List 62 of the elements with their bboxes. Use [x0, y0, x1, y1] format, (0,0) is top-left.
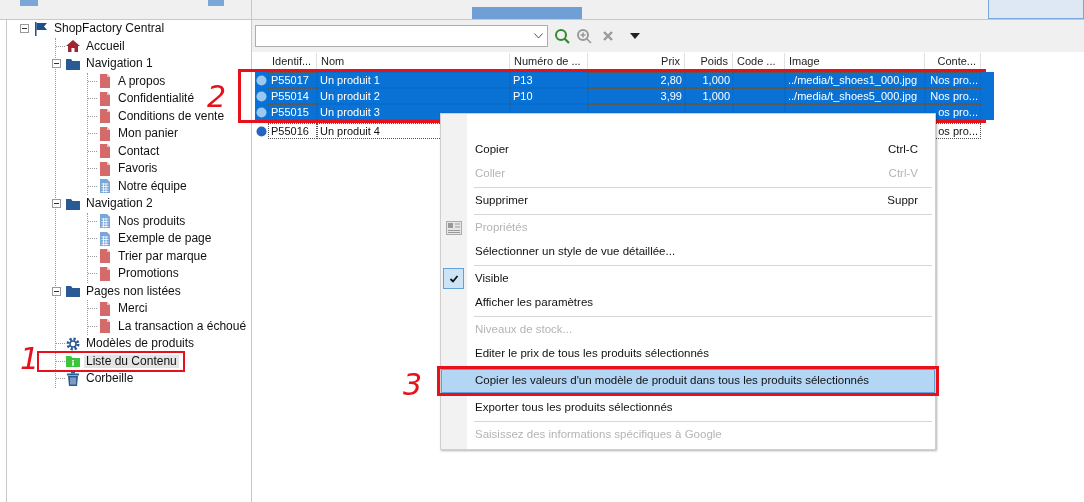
- column-header[interactable]: Code ...: [733, 52, 785, 69]
- table-row[interactable]: P55017 Un produit 1 P13 2,80 1,000 ../media/t_shoes1_000.jpg Nos pro...: [255, 72, 994, 88]
- tree-item[interactable]: Corbeille: [84, 372, 136, 386]
- menu-item[interactable]: Exporter tous les produits sélectionnés: [441, 396, 935, 420]
- tree-item[interactable]: Promotions: [116, 267, 181, 281]
- table-cell-text: P10: [513, 88, 533, 104]
- table-row[interactable]: P55014 Un produit 2 P10 3,99 1,000 ../media/t_shoes5_000.jpg Nos pro...: [255, 88, 994, 104]
- tree-item[interactable]: Merci: [116, 302, 150, 316]
- table-cell-text: 1,000: [702, 88, 730, 104]
- menu-item[interactable]: Editer le prix de tous les produits sélectionnés: [441, 342, 935, 366]
- column-header[interactable]: Numéro de ...: [510, 52, 588, 69]
- menu-item[interactable]: Copier Ctrl-C: [441, 138, 935, 162]
- tree-item[interactable]: ShopFactory Central: [52, 22, 167, 36]
- menu-item[interactable]: Copier les valeurs d'un modèle de produit dans tous les produits sélectionnés: [441, 369, 935, 393]
- tree-item[interactable]: Notre équipe: [116, 179, 189, 193]
- menu-item[interactable]: Visible: [441, 267, 935, 291]
- table-cell-text: 1,000: [702, 72, 730, 88]
- annotation-number: 2: [207, 82, 227, 112]
- table-cell-text: Un produit 2: [320, 88, 380, 104]
- tree-item[interactable]: Modèles de produits: [84, 337, 197, 351]
- column-header[interactable]: Prix: [588, 52, 685, 69]
- tree-item[interactable]: Pages non listées: [84, 284, 183, 298]
- menu-item[interactable]: Supprimer Suppr: [441, 189, 935, 213]
- table-cell-text: Un produit 1: [320, 72, 380, 88]
- tree-item[interactable]: Trier par marque: [116, 249, 209, 263]
- table-cell-text: os pro...: [938, 123, 978, 139]
- table-cell-text: Un produit 4: [320, 123, 380, 139]
- menu-item[interactable]: Sélectionner un style de vue détaillée...: [441, 240, 935, 264]
- column-header[interactable]: Identif...: [268, 52, 317, 69]
- tree-item[interactable]: Contact: [116, 144, 162, 158]
- tree-item[interactable]: Liste du Contenu: [84, 354, 179, 368]
- table-cell-text: os pro...: [938, 104, 978, 120]
- tree-item[interactable]: Navigation 2: [84, 197, 155, 211]
- tree-item[interactable]: La transaction a échoué: [116, 319, 249, 333]
- tree-item[interactable]: Mon panier: [116, 127, 181, 141]
- tree-item[interactable]: Accueil: [84, 39, 127, 53]
- table-cell-text: Nos pro...: [930, 72, 978, 88]
- tree-item[interactable]: A propos: [116, 74, 168, 88]
- column-header[interactable]: Image: [785, 52, 925, 69]
- tree-item[interactable]: Favoris: [116, 162, 160, 176]
- table-cell-text: 3,99: [660, 88, 682, 104]
- table-cell-text: P55017: [271, 72, 309, 88]
- table-cell-text: P55014: [271, 88, 309, 104]
- table-cell-text: P13: [513, 72, 533, 88]
- menu-item[interactable]: Afficher les paramètres: [441, 291, 935, 315]
- tree-item[interactable]: Nos produits: [116, 214, 188, 228]
- annotation-number: 1: [20, 344, 40, 374]
- column-header[interactable]: Poids: [685, 52, 733, 69]
- annotation-number: 3: [403, 370, 423, 400]
- column-header[interactable]: Conte...: [925, 52, 981, 69]
- table-cell-text: 2,80: [660, 72, 682, 88]
- tree-item[interactable]: Exemple de page: [116, 232, 214, 246]
- column-header[interactable]: Nom: [317, 52, 510, 69]
- table-cell-text: Un produit 3: [320, 104, 380, 120]
- table-cell-text: ../media/t_shoes1_000.jpg: [788, 72, 918, 88]
- table-cell-text: ../media/t_shoes5_000.jpg: [788, 88, 918, 104]
- tree-item[interactable]: Navigation 1: [84, 57, 155, 71]
- tree-item[interactable]: Conditions de vente: [116, 109, 227, 123]
- table-cell-text: P55015: [271, 104, 309, 120]
- table-cell-text: P55016: [271, 123, 309, 139]
- tree-item[interactable]: Confidentialité: [116, 92, 197, 106]
- table-cell-text: Nos pro...: [930, 88, 978, 104]
